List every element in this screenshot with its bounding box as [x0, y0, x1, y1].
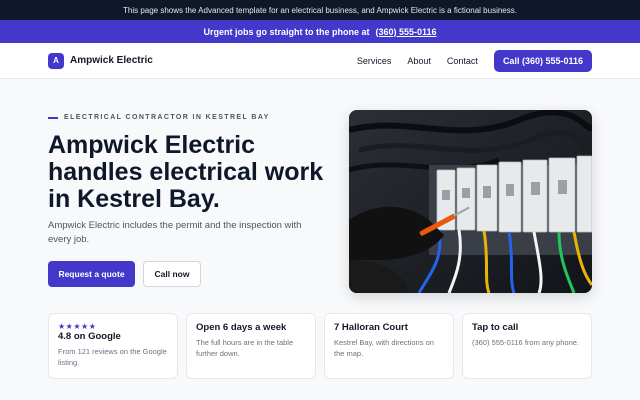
urgent-bar: Urgent jobs go straight to the phone at …: [0, 20, 640, 43]
card-hours: Open 6 days a week The full hours are in…: [186, 313, 316, 379]
rating-stars-icon: ★★★★★: [58, 322, 97, 331]
card-text: (360) 555-0116 from any phone.: [472, 338, 580, 347]
card-title: Tap to call: [472, 322, 519, 333]
eyebrow-line: [48, 116, 58, 119]
hero-headline: Ampwick Electric handles electrical work…: [48, 131, 324, 213]
nav-links: Services About Contact Call (360) 555-01…: [357, 49, 592, 72]
hero-section: ELECTRICAL CONTRACTOR IN KESTREL BAY Amp…: [48, 110, 592, 295]
nav-call-button[interactable]: Call (360) 555-0116: [493, 49, 592, 72]
urgent-phone-link[interactable]: (360) 555-0116: [375, 27, 436, 37]
logo-icon: A: [48, 52, 64, 69]
nav-link-contact[interactable]: Contact: [447, 56, 478, 66]
info-cards: ★★★★★ 4.8 on Google From 121 reviews on …: [48, 313, 592, 379]
hero-eyebrow: ELECTRICAL CONTRACTOR IN KESTREL BAY: [48, 114, 270, 121]
hero-photo: [349, 110, 592, 293]
card-address: 7 Halloran Court Kestrel Bay, with direc…: [324, 313, 454, 379]
brand-name: Ampwick Electric: [70, 55, 153, 66]
request-quote-button[interactable]: Request a quote: [48, 261, 135, 287]
disclaimer-bar: This page shows the Advanced template fo…: [0, 0, 640, 20]
card-reviews: ★★★★★ 4.8 on Google From 121 reviews on …: [48, 313, 178, 379]
nav-link-services[interactable]: Services: [357, 56, 392, 66]
card-text: From 121 reviews on the Google listing.: [58, 347, 167, 367]
eyebrow-text: ELECTRICAL CONTRACTOR IN KESTREL BAY: [64, 114, 270, 121]
disclaimer-text: This page shows the Advanced template fo…: [123, 5, 517, 15]
brand-link[interactable]: A Ampwick Electric: [48, 52, 153, 69]
navbar: A Ampwick Electric Services About Contac…: [0, 43, 640, 79]
card-call[interactable]: Tap to call (360) 555-0116 from any phon…: [462, 313, 592, 379]
card-text: The full hours are in the table further …: [196, 338, 294, 358]
nav-link-about[interactable]: About: [407, 56, 431, 66]
card-title: 4.8 on Google: [58, 331, 121, 342]
hero-subtext: Ampwick Electric includes the permit and…: [48, 220, 302, 245]
card-text: Kestrel Bay, with directions on the map.: [334, 338, 434, 358]
card-title: Open 6 days a week: [196, 322, 287, 333]
card-title: 7 Halloran Court: [334, 322, 408, 333]
urgent-text: Urgent jobs go straight to the phone at: [203, 26, 370, 37]
electrician-panel-image: [349, 110, 592, 293]
call-now-button[interactable]: Call now: [143, 261, 201, 287]
